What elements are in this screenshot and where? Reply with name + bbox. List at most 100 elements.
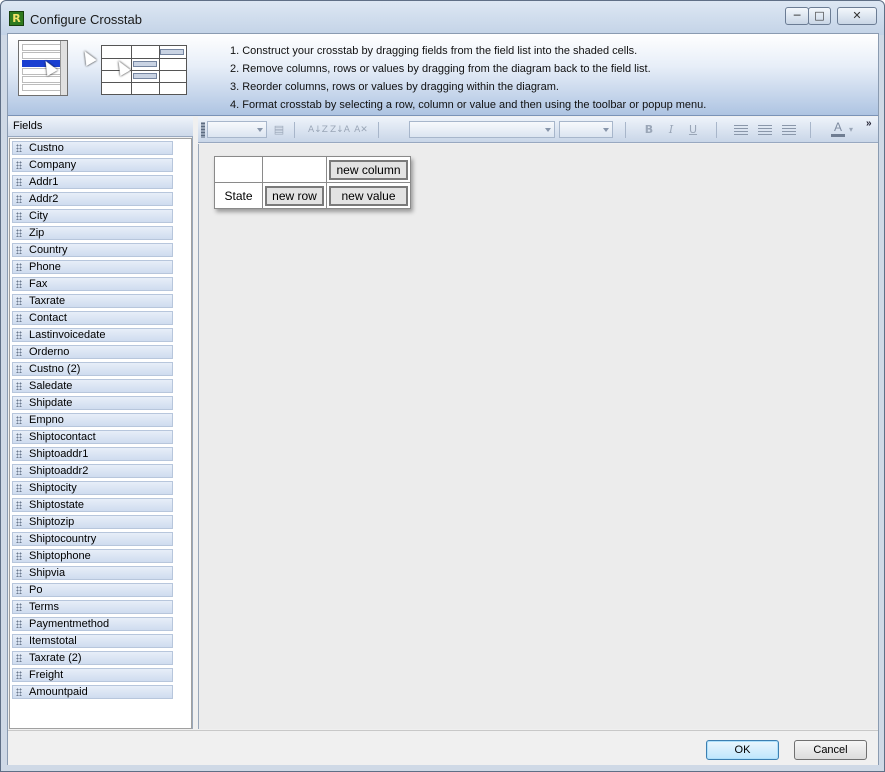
- field-item[interactable]: Zip: [12, 226, 173, 240]
- drag-handle-icon: [16, 229, 22, 237]
- align-right-icon[interactable]: [782, 125, 796, 136]
- row-field-state-cell[interactable]: State: [214, 182, 263, 209]
- field-label: Zip: [29, 227, 45, 239]
- corner-cell: [214, 156, 263, 183]
- sort-ascending-icon[interactable]: A↓Z: [308, 121, 328, 139]
- field-item[interactable]: Shiptophone: [12, 549, 173, 563]
- field-label: Custno: [29, 142, 64, 154]
- font-style-select[interactable]: [409, 121, 555, 138]
- dialog-button-bar: OK Cancel: [8, 730, 878, 765]
- toolbar-grip[interactable]: [201, 122, 205, 138]
- field-item[interactable]: Terms: [12, 600, 173, 614]
- drag-handle-icon: [16, 484, 22, 492]
- drag-handle-icon: [16, 178, 22, 186]
- drag-handle-icon: [16, 144, 22, 152]
- field-item[interactable]: Shiptostate: [12, 498, 173, 512]
- drag-handle-icon: [16, 161, 22, 169]
- minimize-button[interactable]: ─: [785, 7, 809, 25]
- configure-crosstab-window: R Configure Crosstab ─ □ ✕ 1. Construct …: [0, 0, 885, 772]
- field-item[interactable]: Addr2: [12, 192, 173, 206]
- field-item[interactable]: Contact: [12, 311, 173, 325]
- row-header-title-cell: [262, 156, 327, 183]
- field-item[interactable]: Shiptocity: [12, 481, 173, 495]
- instructions-list: 1. Construct your crosstab by dragging f…: [230, 42, 706, 114]
- fields-list[interactable]: Custno Company Addr1 Addr2 City Zip Country Pho…: [9, 138, 192, 729]
- sort-descending-icon[interactable]: Z↓A: [330, 121, 350, 139]
- field-item[interactable]: Amountpaid: [12, 685, 173, 699]
- drag-handle-icon: [16, 399, 22, 407]
- field-item[interactable]: Shipdate: [12, 396, 173, 410]
- ok-button[interactable]: OK: [706, 740, 779, 760]
- field-item[interactable]: Shiptocontact: [12, 430, 173, 444]
- drag-handle-icon: [16, 620, 22, 628]
- format-toolbar: ▤ A↓Z Z↓A A✕ B I U A ▾ »: [198, 117, 878, 143]
- font-color-dropdown-icon[interactable]: ▾: [846, 121, 856, 139]
- font-name-select[interactable]: [207, 121, 267, 138]
- field-item[interactable]: Saledate: [12, 379, 173, 393]
- font-color-icon[interactable]: A: [830, 120, 846, 140]
- field-label: Company: [29, 159, 77, 171]
- field-item[interactable]: Custno (2): [12, 362, 173, 376]
- field-item[interactable]: Paymentmethod: [12, 617, 173, 631]
- new-column-cell[interactable]: new column: [326, 156, 411, 183]
- field-item[interactable]: City: [12, 209, 173, 223]
- field-item[interactable]: Itemstotal: [12, 634, 173, 648]
- align-left-icon[interactable]: [734, 125, 748, 136]
- field-item[interactable]: Company: [12, 158, 173, 172]
- field-item[interactable]: Shipvia: [12, 566, 173, 580]
- field-item[interactable]: Shiptoaddr2: [12, 464, 173, 478]
- field-item[interactable]: Empno: [12, 413, 173, 427]
- maximize-button[interactable]: □: [808, 7, 831, 25]
- field-label: Po: [29, 584, 43, 596]
- field-item[interactable]: Po: [12, 583, 173, 597]
- field-item[interactable]: Custno: [12, 141, 173, 155]
- fields-header: Fields: [8, 117, 193, 137]
- field-item[interactable]: Shiptocountry: [12, 532, 173, 546]
- drag-handle-icon: [16, 433, 22, 441]
- field-item[interactable]: Freight: [12, 668, 173, 682]
- new-row-label: new row: [265, 185, 324, 206]
- instruction-3: 3. Reorder columns, rows or values by dr…: [230, 81, 559, 93]
- field-item[interactable]: Orderno: [12, 345, 173, 359]
- field-label: Freight: [29, 669, 64, 681]
- field-list-illustration-icon: [18, 40, 68, 96]
- close-button[interactable]: ✕: [837, 7, 877, 25]
- field-item[interactable]: Addr1: [12, 175, 173, 189]
- field-item[interactable]: Lastinvoicedate: [12, 328, 173, 342]
- field-label: Itemstotal: [29, 635, 77, 647]
- new-value-cell[interactable]: new value: [326, 182, 411, 209]
- drag-handle-icon: [16, 654, 22, 662]
- field-item[interactable]: Shiptozip: [12, 515, 173, 529]
- clear-sort-icon[interactable]: A✕: [352, 121, 370, 139]
- field-item[interactable]: Taxrate (2): [12, 651, 173, 665]
- drag-handle-icon: [16, 365, 22, 373]
- crosstab-design-area[interactable]: new column State new row new value: [198, 144, 878, 729]
- window-title: Configure Crosstab: [30, 12, 142, 27]
- field-item[interactable]: Fax: [12, 277, 173, 291]
- font-size-select[interactable]: [559, 121, 613, 138]
- italic-icon[interactable]: I: [662, 121, 680, 139]
- toolbar-overflow-icon[interactable]: »: [866, 118, 872, 129]
- drag-handle-icon: [16, 603, 22, 611]
- field-item[interactable]: Shiptoaddr1: [12, 447, 173, 461]
- properties-icon[interactable]: ▤: [270, 121, 288, 139]
- field-label: Saledate: [29, 380, 73, 392]
- field-label: Shiptozip: [29, 516, 75, 528]
- field-label: Orderno: [29, 346, 70, 358]
- align-center-icon[interactable]: [758, 125, 772, 136]
- field-label: Paymentmethod: [29, 618, 110, 630]
- title-bar[interactable]: R Configure Crosstab ─ □ ✕: [1, 1, 884, 35]
- field-item[interactable]: Phone: [12, 260, 173, 274]
- cancel-button[interactable]: Cancel: [794, 740, 867, 760]
- instruction-4: 4. Format crosstab by selecting a row, c…: [230, 99, 707, 111]
- drag-handle-icon: [16, 671, 22, 679]
- new-value-label: new value: [329, 185, 408, 206]
- bold-icon[interactable]: B: [640, 121, 658, 139]
- app-icon: R: [9, 11, 24, 26]
- underline-icon[interactable]: U: [684, 121, 702, 139]
- field-item[interactable]: Taxrate: [12, 294, 173, 308]
- field-item[interactable]: Country: [12, 243, 173, 257]
- field-label: Taxrate: [29, 295, 66, 307]
- new-row-cell[interactable]: new row: [262, 182, 327, 209]
- drag-handle-icon: [16, 586, 22, 594]
